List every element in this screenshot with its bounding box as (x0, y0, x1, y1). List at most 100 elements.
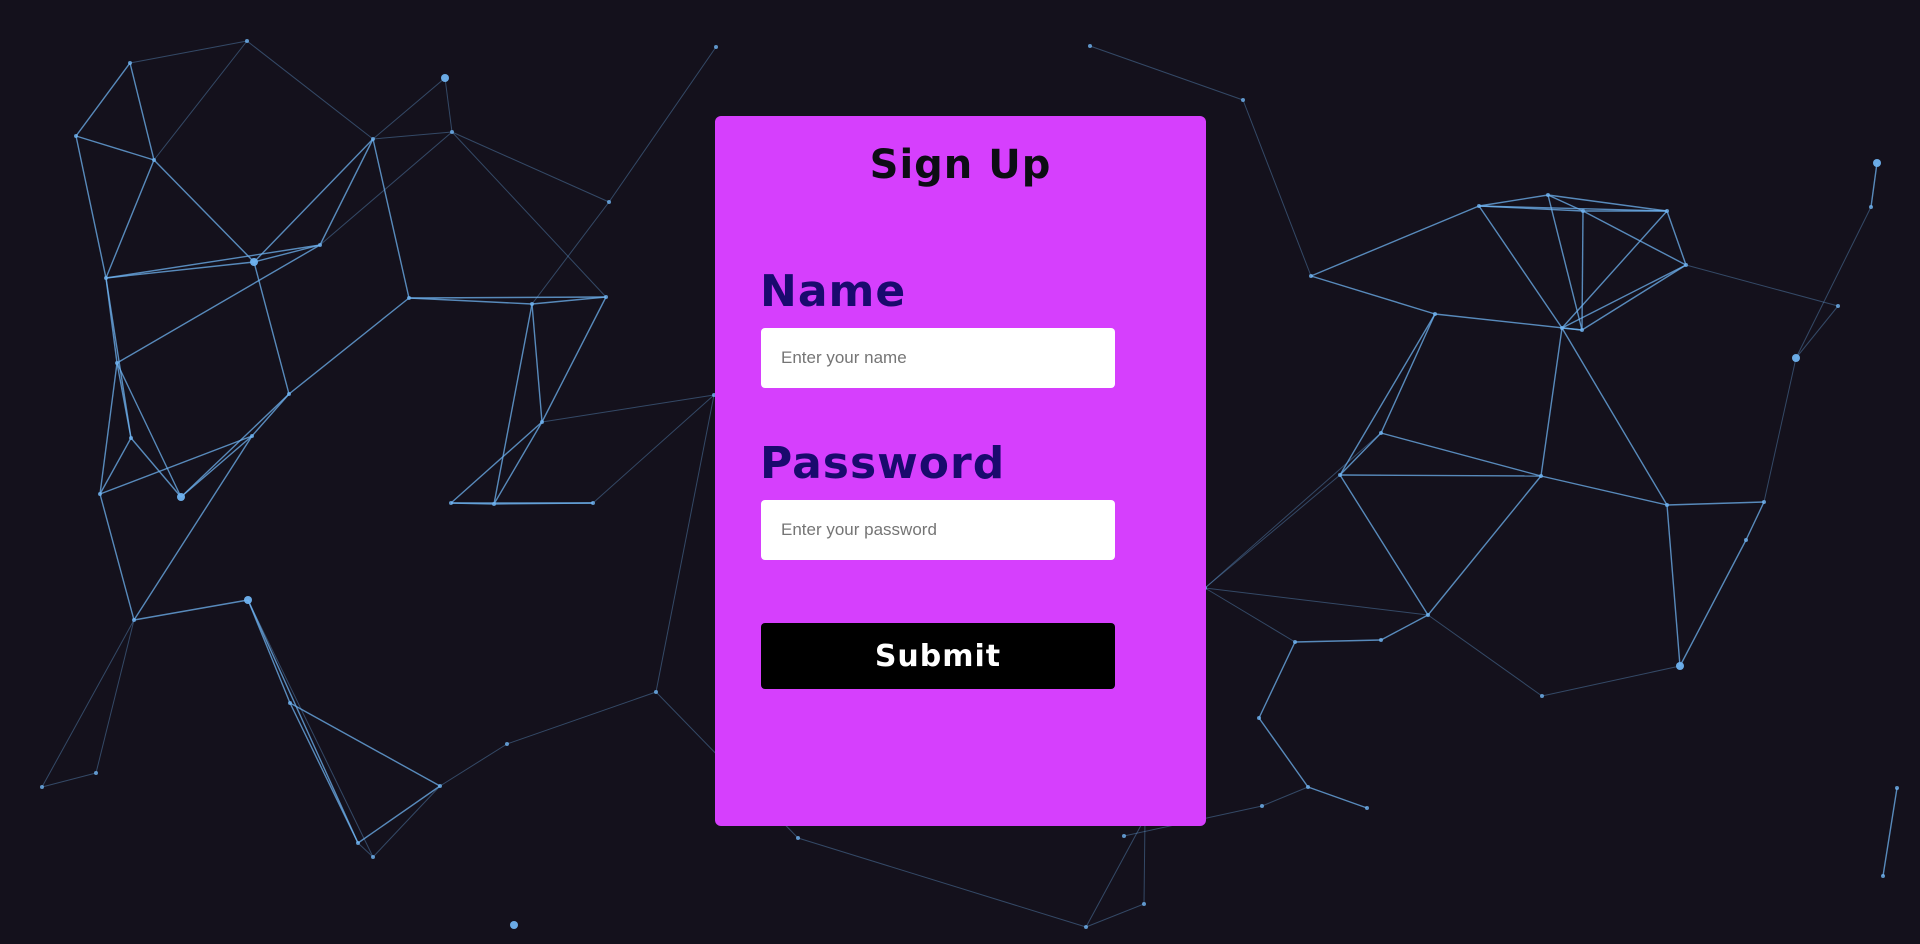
network-node (1260, 804, 1264, 808)
network-node (1306, 785, 1310, 789)
network-node (441, 74, 449, 82)
network-edge (1795, 206, 1872, 359)
network-node (40, 785, 44, 789)
network-node (591, 501, 595, 505)
network-node (1665, 503, 1669, 507)
network-edge (1261, 786, 1309, 807)
network-edge (408, 297, 533, 305)
network-edge (357, 785, 441, 844)
network-edge (451, 131, 610, 203)
network-edge (531, 303, 543, 423)
network-edge (1882, 787, 1898, 877)
network-edge (1143, 817, 1146, 905)
network-edge (531, 201, 610, 305)
network-edge (372, 77, 446, 140)
network-edge (1339, 474, 1542, 477)
network-edge (41, 619, 135, 788)
network-edge (105, 277, 118, 364)
network-node (510, 921, 518, 929)
network-edge (288, 297, 410, 395)
network-node (714, 45, 718, 49)
network-edge (116, 244, 321, 364)
network-node (288, 701, 292, 705)
network-edge (75, 62, 131, 137)
network-node (1881, 874, 1885, 878)
network-node (1433, 312, 1437, 316)
network-node (1379, 638, 1383, 642)
submit-button[interactable]: Submit (761, 623, 1115, 689)
network-node (250, 434, 254, 438)
network-edge (116, 362, 182, 498)
name-label: Name (760, 266, 907, 317)
password-input[interactable] (761, 500, 1115, 560)
network-edge (444, 77, 453, 133)
network-edge (180, 435, 253, 498)
network-edge (1258, 641, 1296, 719)
network-edge (1380, 614, 1429, 641)
network-edge (451, 131, 607, 298)
network-node (1379, 431, 1383, 435)
network-node (438, 784, 442, 788)
network-edge (372, 138, 410, 299)
network-edge (246, 40, 374, 140)
network-edge (253, 261, 290, 395)
network-edge (1085, 903, 1145, 928)
network-edge (1541, 665, 1681, 697)
network-node (371, 855, 375, 859)
network-edge (1679, 539, 1747, 667)
network-edge (408, 296, 607, 299)
network-edge (1795, 305, 1839, 359)
network-edge (1478, 205, 1563, 329)
network-edge (1434, 313, 1583, 331)
network-node (1309, 274, 1313, 278)
network-node (128, 61, 132, 65)
network-node (1546, 193, 1550, 197)
network-node (1477, 204, 1481, 208)
network-node (1241, 98, 1245, 102)
network-node (177, 493, 185, 501)
network-node (505, 742, 509, 746)
network-node (607, 200, 611, 204)
network-edge (319, 131, 453, 246)
network-edge (1666, 504, 1681, 667)
network-edge (1581, 210, 1584, 331)
network-edge (1561, 327, 1668, 506)
network-edge (289, 702, 441, 787)
network-node (1873, 159, 1881, 167)
network-node (94, 771, 98, 775)
network-node (250, 258, 258, 266)
network-edge (1085, 817, 1146, 928)
signup-card: Sign Up Name Password Submit (715, 116, 1206, 826)
network-edge (153, 159, 255, 263)
network-edge (1339, 313, 1436, 476)
network-node (245, 39, 249, 43)
network-edge (99, 437, 132, 495)
network-edge (116, 362, 132, 439)
network-node (604, 295, 608, 299)
network-edge (1204, 587, 1429, 616)
network-edge (1089, 45, 1244, 101)
network-node (1580, 328, 1584, 332)
network-node (115, 361, 119, 365)
network-edge (1547, 194, 1583, 331)
network-edge (247, 599, 374, 858)
network-node (1122, 834, 1126, 838)
network-node (1257, 716, 1261, 720)
name-input[interactable] (761, 328, 1115, 388)
network-edge (1204, 432, 1382, 589)
network-edge (372, 785, 441, 858)
network-edge (1258, 717, 1309, 788)
network-edge (1204, 587, 1296, 643)
network-edge (608, 46, 717, 203)
network-edge (357, 842, 374, 858)
network-node (356, 841, 360, 845)
network-edge (133, 435, 253, 621)
network-node (318, 243, 322, 247)
network-node (1338, 473, 1342, 477)
network-node (98, 492, 102, 496)
network-edge (247, 599, 359, 844)
network-node (654, 690, 658, 694)
network-edge (493, 303, 533, 505)
network-edge (1339, 474, 1429, 616)
network-edge (1204, 474, 1341, 589)
